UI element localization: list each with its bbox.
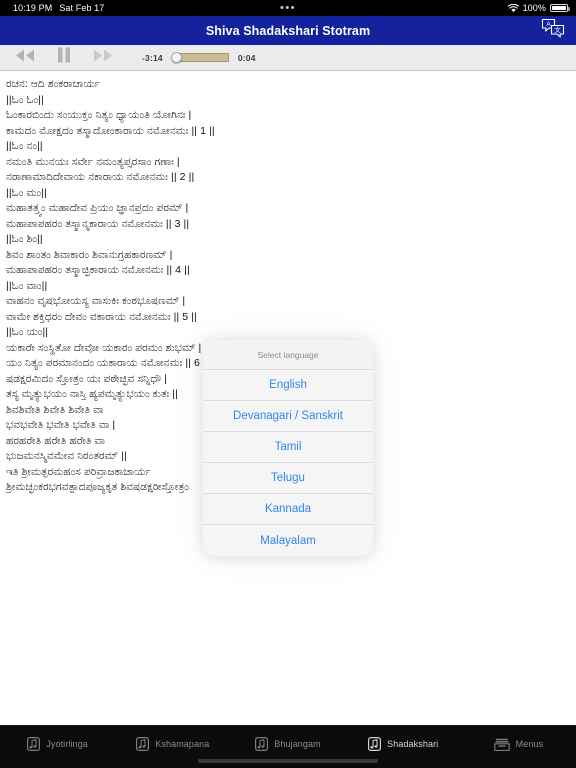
tray-icon bbox=[493, 738, 510, 751]
lyric-line: ವಾಹನಂ ವೃಷಭೋಯಸ್ಯ ವಾಸುಕಿಃ ಕಂಠಭೂಷಣಮ್ | bbox=[6, 295, 186, 307]
rewind-icon bbox=[14, 48, 36, 68]
lyric-line: ಶಿವಂ ಶಾಂತಂ ಶಿವಾಕಾರಂ ಶಿವಾನುಗ್ರಹಕಾರಣಮ್ | bbox=[6, 248, 173, 261]
tab-bar: Jyotirlinga Kshamapana Bhujangam Shadakshar… bbox=[0, 725, 576, 768]
tab-label: Jyotirlinga bbox=[46, 739, 88, 749]
dialog-title: Select language bbox=[203, 340, 373, 370]
select-language-dialog: Select language English Devanagari / Sans… bbox=[203, 340, 373, 556]
lyric-line: ವಾಮೇ ಶಕ್ತಿಧರಂ ದೇವಂ ವಕಾರಾಯ ನಮೋನಮಃ || 5 || bbox=[6, 310, 197, 323]
fast-forward-icon bbox=[92, 48, 114, 68]
player-bar: -3:14 0:04 bbox=[0, 45, 576, 71]
language-option-devanagari-sanskrit[interactable]: Devanagari / Sanskrit bbox=[203, 401, 373, 432]
svg-text:文: 文 bbox=[554, 25, 561, 34]
pause-icon bbox=[57, 47, 71, 68]
rewind-button[interactable] bbox=[14, 49, 36, 67]
tab-label: Kshamapana bbox=[155, 739, 210, 749]
time-elapsed-label: 0:04 bbox=[237, 52, 256, 63]
language-option-telugu[interactable]: Telugu bbox=[203, 463, 373, 494]
tab-shadakshari[interactable]: Shadakshari bbox=[346, 733, 461, 755]
lyric-line: ಮಹಾತತ್ತ್ವಂ ಮಹಾದೇವ ಪ್ರಿಯಂ ಜ್ಞಾನಪ್ರದಂ ಪರಮ್… bbox=[6, 202, 189, 214]
lyric-line: ಮಹಾಪಾಪಹರಂ ತಸ್ಮಾಚ್ಛಿಕಾರಾಯ ನಮೋನಮಃ || 4 || bbox=[6, 264, 190, 276]
lyric-line: ||ಓಂ ಯಂ|| bbox=[6, 326, 49, 338]
music-note-icon bbox=[27, 737, 41, 751]
status-bar-dots: ••• bbox=[279, 2, 297, 14]
music-note-icon bbox=[255, 737, 269, 751]
nav-bar: Shiva Shadakshari Stotram A 文 bbox=[0, 16, 576, 45]
language-option-english[interactable]: English bbox=[203, 370, 373, 401]
music-note-icon bbox=[368, 737, 382, 751]
pause-button[interactable] bbox=[53, 47, 75, 68]
language-option-malayalam[interactable]: Malayalam bbox=[203, 525, 373, 556]
lyric-line: ನರಾಣಾಮಾದಿದೇವಾಯ ನಕಾರಾಯ ನಮೋನಮಃ || 2 || bbox=[6, 171, 195, 183]
lyric-line: ರಚನ: ಆದಿ ಶಂಕರಾಚಾರ್ಯ bbox=[6, 78, 101, 90]
tab-jyotirlinga[interactable]: Jyotirlinga bbox=[0, 733, 115, 755]
home-indicator bbox=[198, 759, 378, 763]
lyric-line: ||ಓಂ ಶಿಂ|| bbox=[6, 233, 43, 245]
lyric-line: ||ಓಂ ನಂ|| bbox=[6, 140, 43, 152]
music-note-icon bbox=[136, 737, 150, 751]
fast-forward-button[interactable] bbox=[92, 49, 114, 67]
lyric-line: ||ಓಂ ಮಂ|| bbox=[6, 186, 47, 199]
tab-kshamapana[interactable]: Kshamapana bbox=[115, 733, 230, 755]
time-remaining-label: -3:14 bbox=[142, 52, 163, 63]
tab-bhujangam[interactable]: Bhujangam bbox=[230, 733, 345, 755]
translate-icon: A 文 bbox=[541, 18, 565, 43]
language-option-kannada[interactable]: Kannada bbox=[203, 494, 373, 525]
wifi-icon bbox=[507, 3, 519, 13]
lyric-line: ಮಹಾಪಾಪಹರಂ ತಸ್ಮಾನ್ಮಕಾರಾಯ ನಮೋನಮಃ || 3 || bbox=[6, 217, 190, 230]
content-area: ರಚನ: ಆದಿ ಶಂಕರಾಚಾರ್ಯ ||ಓಂ ಓಂ|| ಓಂಕಾರಬಿಂದು ಸ… bbox=[0, 71, 576, 725]
scrubber-track bbox=[175, 53, 229, 62]
status-bar: 10:19 PM Sat Feb 17 ••• 100% bbox=[0, 0, 576, 16]
page-title: Shiva Shadakshari Stotram bbox=[205, 23, 371, 38]
tab-label: Shadakshari bbox=[387, 739, 439, 749]
lyric-line: ಕಾಮದಂ ಮೋಕ್ಷದಂ ತಸ್ಮಾದೋಂಕಾರಾಯ ನಮೋನಮಃ || 1 … bbox=[6, 124, 215, 137]
tab-label: Bhujangam bbox=[274, 739, 321, 749]
language-option-tamil[interactable]: Tamil bbox=[203, 432, 373, 463]
transport-controls bbox=[14, 47, 114, 68]
tab-menus[interactable]: Menus bbox=[461, 733, 576, 755]
battery-fill bbox=[552, 6, 566, 10]
lyric-line: ನಮಂತಿ ಮುನಯಃ ಸರ್ವೇ ನಮಂತ್ಯಪ್ಸರಸಾಂ ಗಣಾಃ | bbox=[6, 155, 180, 168]
dialog-options-list: English Devanagari / Sanskrit Tamil Telugu K… bbox=[203, 370, 373, 556]
lyric-line: ||ಓಂ ಓಂ|| bbox=[6, 93, 44, 106]
battery-icon bbox=[550, 4, 570, 12]
translate-button[interactable]: A 文 bbox=[538, 18, 568, 43]
app-root: 10:19 PM Sat Feb 17 ••• 100% Shiva Shada… bbox=[0, 0, 576, 768]
playback-scrubber[interactable] bbox=[170, 51, 229, 64]
svg-text:A: A bbox=[546, 21, 551, 28]
lyric-line: ಓಂಕಾರಬಿಂದು ಸಂಯುಕ್ತಂ ನಿತ್ಯಂ ಧ್ಯಾಯಂತಿ ಯೋಗಿ… bbox=[6, 109, 192, 121]
lyric-line: ||ಓಂ ವಾಂ|| bbox=[6, 279, 48, 292]
scrubber-thumb[interactable] bbox=[170, 52, 182, 63]
tab-label: Menus bbox=[515, 739, 544, 749]
